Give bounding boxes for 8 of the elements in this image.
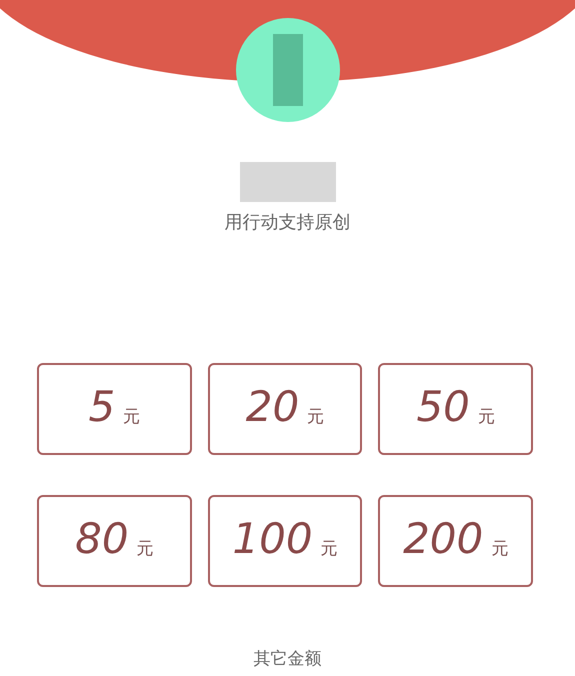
amount-button[interactable]: 200 元 [378,495,533,587]
other-amount-link[interactable]: 其它金额 [254,647,322,671]
amount-button[interactable]: 100 元 [208,495,362,587]
slogan-text: 用行动支持原创 [224,211,350,235]
amount-button[interactable]: 5 元 [37,363,192,455]
amount-button[interactable]: 80 元 [37,495,192,587]
amount-button[interactable]: 20 元 [208,363,362,455]
amount-button[interactable]: 50 元 [378,363,533,455]
